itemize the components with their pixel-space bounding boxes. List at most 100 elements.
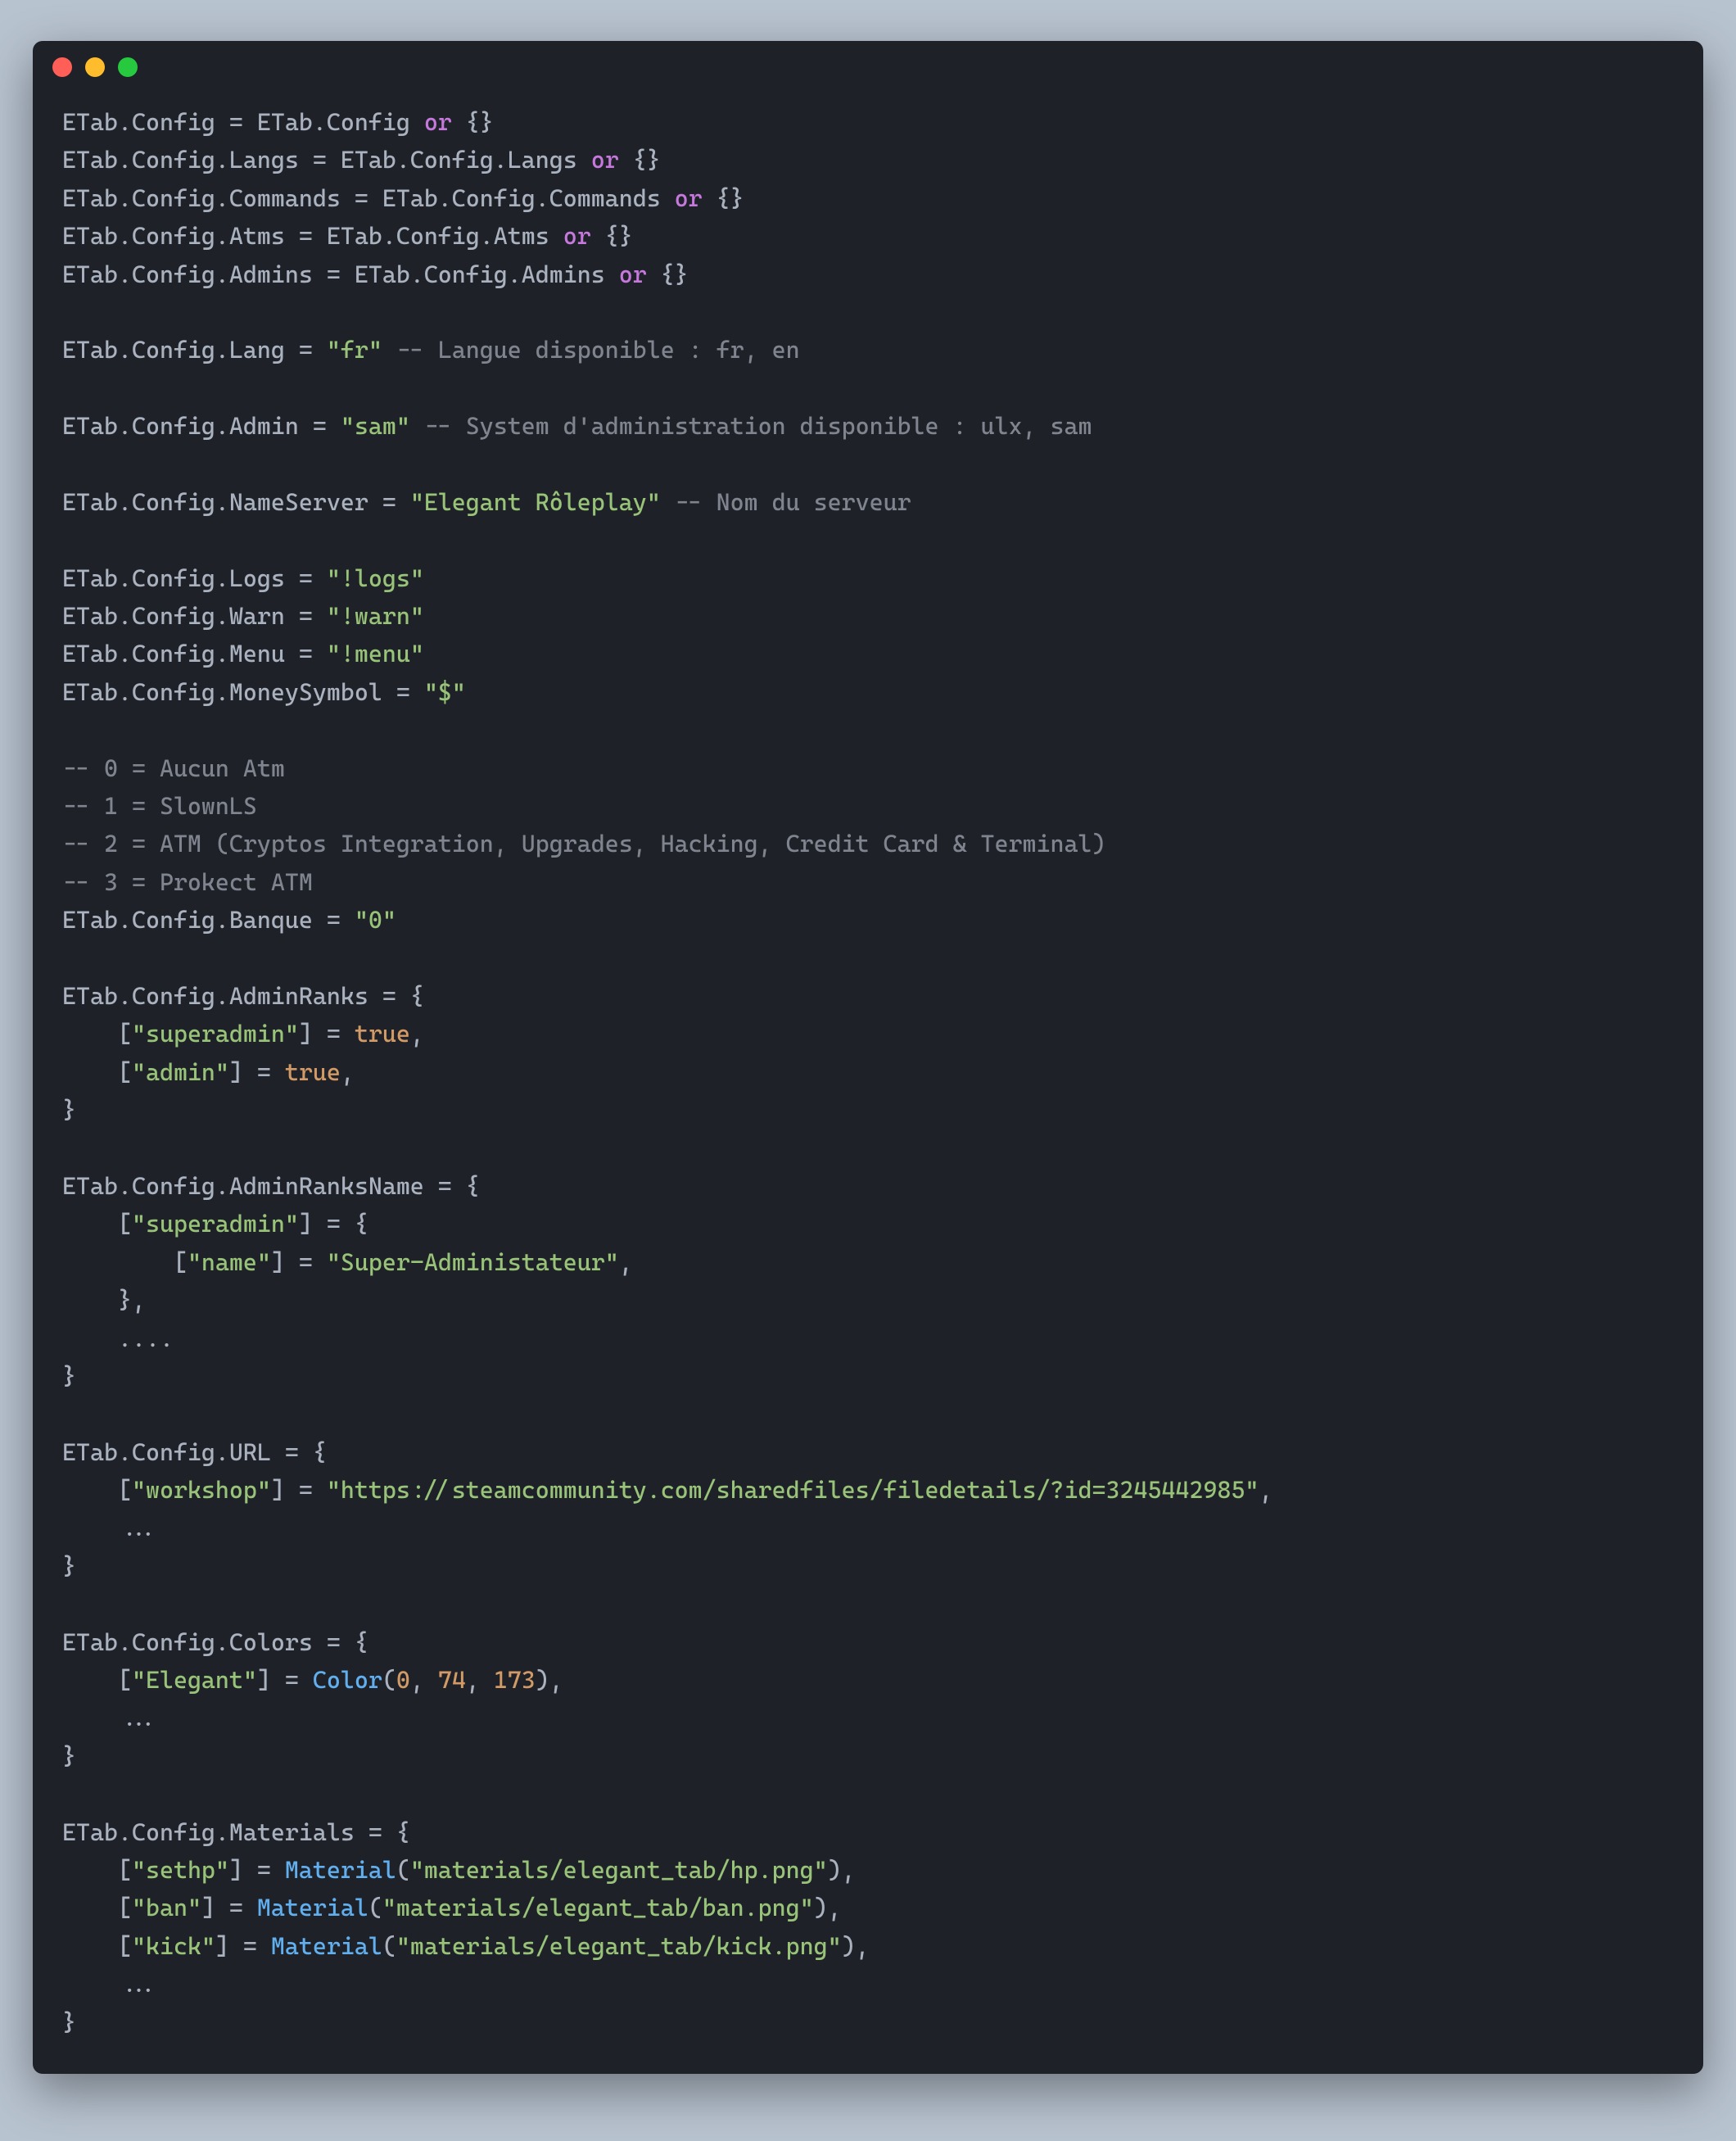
code-token: "name" — [188, 1248, 271, 1276]
code-token: ETab.Config.Atms — [313, 222, 563, 250]
code-token — [299, 1666, 313, 1694]
code-token: = — [438, 1172, 452, 1200]
code-token: "$" — [424, 678, 466, 706]
code-token: {} — [647, 260, 689, 288]
code-token: ETab.Config — [62, 108, 229, 136]
code-token: ), — [842, 1932, 870, 1960]
code-token: ( — [368, 1894, 382, 1921]
minimize-icon[interactable] — [85, 57, 105, 77]
code-token: = — [299, 602, 313, 630]
code-token: = — [327, 1210, 341, 1238]
code-token — [313, 336, 327, 364]
code-token: = — [382, 488, 396, 516]
code-token: [ — [62, 1856, 132, 1884]
code-token — [243, 1894, 257, 1921]
code-token: Material — [257, 1894, 368, 1921]
code-token: -- System d'administration disponible : … — [424, 412, 1092, 440]
code-token: ETab.Config.Colors — [62, 1628, 327, 1656]
code-token: ] — [215, 1932, 243, 1960]
code-token: ... — [62, 1970, 160, 1998]
code-token: ETab.Config.Commands — [62, 184, 355, 212]
code-line: ETab.Config.Materials = { — [62, 1813, 1674, 1851]
code-token — [313, 1248, 327, 1276]
code-token — [313, 1476, 327, 1504]
code-token — [341, 906, 355, 934]
code-token: "materials/elegant_tab/hp.png" — [410, 1856, 828, 1884]
code-token: "materials/elegant_tab/kick.png" — [396, 1932, 842, 1960]
code-token: -- 3 = Prokect ATM — [62, 868, 313, 896]
code-line: ETab.Config.Warn = "!warn" — [62, 597, 1674, 635]
code-token: "sethp" — [132, 1856, 229, 1884]
code-token: ] — [229, 1856, 257, 1884]
code-token: = — [257, 1856, 271, 1884]
code-line: ETab.Config.Admins = ETab.Config.Admins … — [62, 256, 1674, 293]
code-token: = — [243, 1932, 257, 1960]
code-token: = — [327, 260, 341, 288]
code-token: = — [327, 906, 341, 934]
zoom-icon[interactable] — [118, 57, 138, 77]
code-token: , — [410, 1020, 424, 1048]
code-line: } — [62, 1547, 1674, 1585]
code-line: .... — [62, 1319, 1674, 1357]
code-token: or — [591, 146, 619, 174]
code-token: {} — [591, 222, 633, 250]
code-token: Material — [271, 1932, 382, 1960]
code-token: ETab.Config.Logs — [62, 564, 299, 592]
code-token: [ — [62, 1932, 132, 1960]
code-token: ETab.Config.AdminRanksName — [62, 1172, 438, 1200]
code-token: ETab.Config.AdminRanks — [62, 982, 382, 1010]
code-token: "!logs" — [327, 564, 424, 592]
code-token: Material — [285, 1856, 396, 1884]
code-line: ["Elegant"] = Color(0, 74, 173), — [62, 1661, 1674, 1699]
code-line — [62, 1395, 1674, 1433]
code-content: ETab.Config = ETab.Config or {}ETab.Conf… — [33, 87, 1703, 2074]
code-token: }, — [62, 1286, 146, 1314]
code-token: [ — [62, 1210, 132, 1238]
close-icon[interactable] — [52, 57, 72, 77]
code-line — [62, 711, 1674, 749]
code-token: ] — [229, 1058, 257, 1086]
code-token: or — [675, 184, 703, 212]
code-line: ["superadmin"] = true, — [62, 1015, 1674, 1052]
code-line: -- 2 = ATM (Cryptos Integration, Upgrade… — [62, 825, 1674, 862]
code-token — [396, 488, 410, 516]
code-token: = — [368, 1818, 382, 1846]
code-token: -- Langue disponible : fr, en — [396, 336, 800, 364]
code-line: ETab.Config.Colors = { — [62, 1623, 1674, 1661]
code-token: 173 — [494, 1666, 536, 1694]
code-window: ETab.Config = ETab.Config or {}ETab.Conf… — [33, 41, 1703, 2074]
code-token: = — [299, 336, 313, 364]
code-token: ETab.Config.Atms — [62, 222, 299, 250]
code-line: } — [62, 2003, 1674, 2041]
code-line: ["superadmin"] = { — [62, 1205, 1674, 1243]
code-token: = — [285, 1438, 299, 1466]
code-line: -- 1 = SlownLS — [62, 787, 1674, 825]
code-line: ["admin"] = true, — [62, 1053, 1674, 1091]
code-line: ["workshop"] = "https://steamcommunity.c… — [62, 1471, 1674, 1509]
code-line: ... — [62, 1699, 1674, 1736]
code-token: "https://steamcommunity.com/sharedfiles/… — [327, 1476, 1259, 1504]
code-token: ] — [271, 1248, 299, 1276]
code-token: } — [62, 1742, 76, 1770]
code-token: 0 — [396, 1666, 410, 1694]
code-token: ] — [271, 1476, 299, 1504]
code-token: [ — [62, 1020, 132, 1048]
code-line: ETab.Config.Logs = "!logs" — [62, 559, 1674, 597]
code-line: ETab.Config.NameServer = "Elegant Rôlepl… — [62, 483, 1674, 521]
code-token: { — [299, 1438, 327, 1466]
code-token: {} — [703, 184, 744, 212]
code-token: = — [299, 564, 313, 592]
code-token: = — [229, 1894, 243, 1921]
code-token: "admin" — [132, 1058, 229, 1086]
code-token: = — [396, 678, 410, 706]
code-token: {} — [619, 146, 661, 174]
code-line — [62, 1129, 1674, 1167]
code-token — [327, 412, 341, 440]
code-token: ETab.Config.Admin — [62, 412, 313, 440]
code-token: ETab.Config.Materials — [62, 1818, 368, 1846]
code-token: ETab.Config.Warn — [62, 602, 299, 630]
code-token — [410, 678, 424, 706]
code-token: ), — [536, 1666, 563, 1694]
code-line: ETab.Config.Admin = "sam" -- System d'ad… — [62, 407, 1674, 445]
code-line: ["name"] = "Super-Administateur", — [62, 1243, 1674, 1281]
